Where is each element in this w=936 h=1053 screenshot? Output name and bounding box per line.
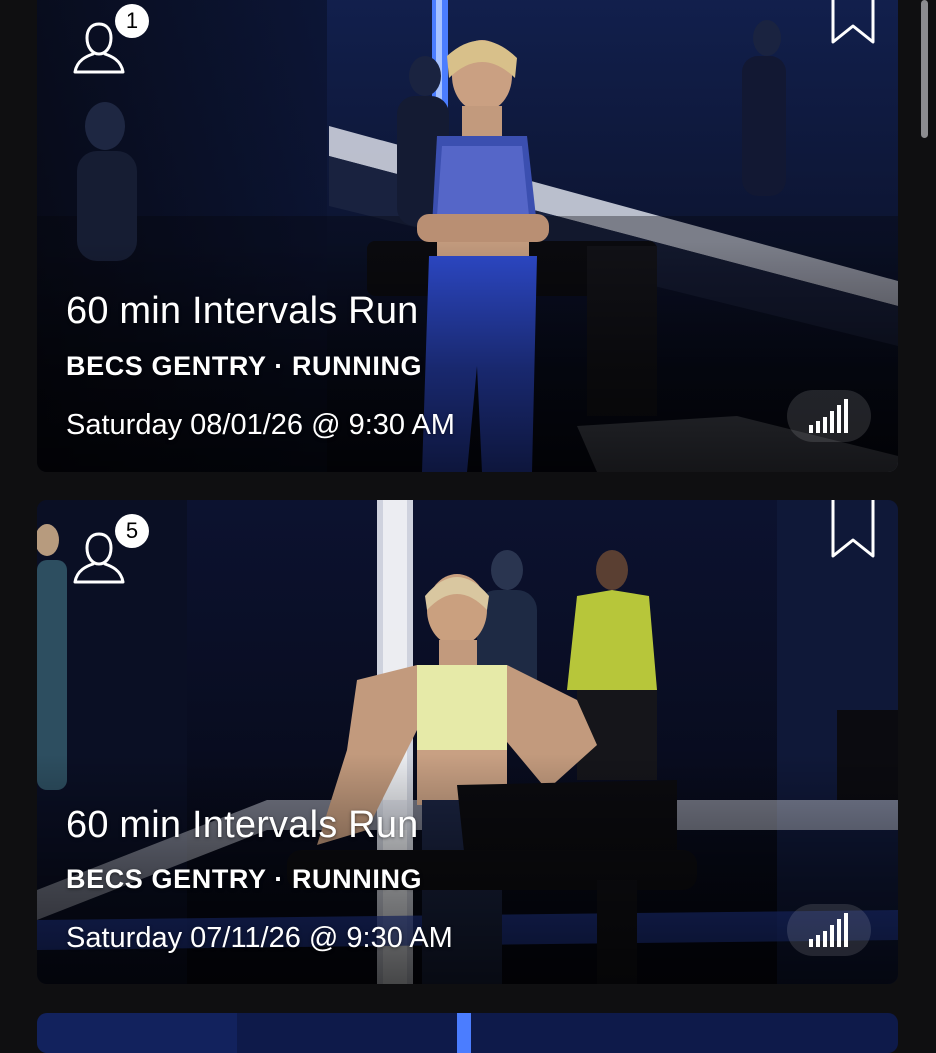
difficulty-bars-icon bbox=[809, 913, 848, 947]
bookmark-button[interactable] bbox=[830, 0, 876, 46]
meta-separator: · bbox=[274, 351, 284, 381]
class-thumbnail bbox=[37, 1013, 898, 1053]
discipline: RUNNING bbox=[291, 864, 423, 894]
class-title: 60 min Intervals Run bbox=[66, 804, 419, 846]
scrollbar[interactable] bbox=[921, 0, 928, 138]
meta-separator: · bbox=[274, 864, 284, 894]
discipline: RUNNING bbox=[291, 351, 423, 381]
instructor-name: BECS GENTRY bbox=[66, 864, 267, 894]
class-meta: BECS GENTRY · RUNNING bbox=[66, 351, 422, 382]
class-date: Saturday 08/01/26 @ 9:30 AM bbox=[66, 409, 455, 441]
participant-count: 1 bbox=[115, 4, 149, 38]
participants-badge[interactable]: 1 bbox=[69, 4, 159, 74]
class-card[interactable]: 1 60 min Intervals Run BECS GENTRY · RUN… bbox=[37, 0, 898, 472]
bookmark-icon bbox=[831, 0, 875, 44]
difficulty-bars-icon bbox=[809, 399, 848, 433]
class-meta: BECS GENTRY · RUNNING bbox=[66, 864, 422, 895]
participant-count: 5 bbox=[115, 514, 149, 548]
instructor-name: BECS GENTRY bbox=[66, 351, 267, 381]
class-card[interactable] bbox=[37, 1013, 898, 1053]
class-date: Saturday 07/11/26 @ 9:30 AM bbox=[66, 922, 453, 954]
class-list: 1 60 min Intervals Run BECS GENTRY · RUN… bbox=[0, 0, 936, 1053]
participants-badge[interactable]: 5 bbox=[69, 514, 159, 584]
difficulty-badge bbox=[787, 390, 871, 442]
bookmark-button[interactable] bbox=[830, 500, 876, 560]
class-card[interactable]: 5 60 min Intervals Run BECS GENTRY · RUN… bbox=[37, 500, 898, 984]
bookmark-icon bbox=[831, 500, 875, 558]
class-title: 60 min Intervals Run bbox=[66, 290, 419, 332]
difficulty-badge bbox=[787, 904, 871, 956]
